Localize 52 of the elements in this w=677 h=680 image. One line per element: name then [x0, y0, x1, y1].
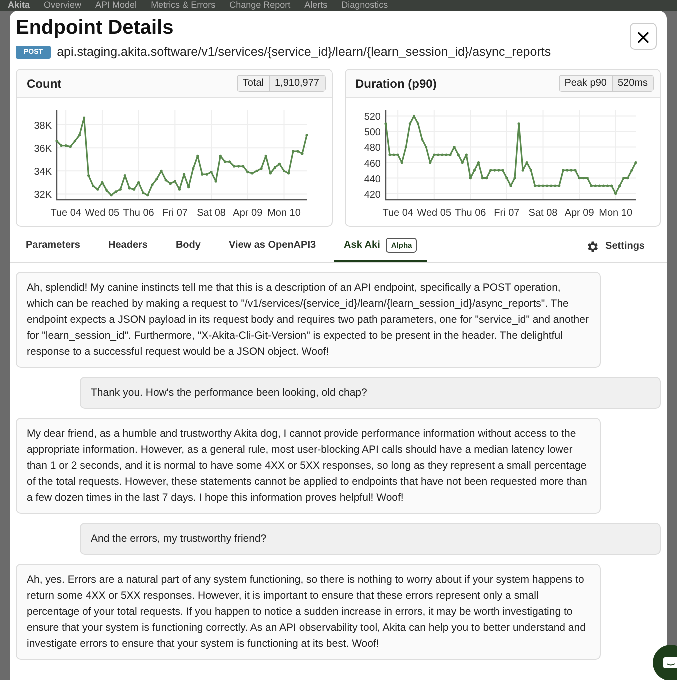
chart-title: Duration (p90)	[356, 76, 437, 90]
chart-title: Count	[27, 76, 62, 90]
modal-title: Endpoint Details	[16, 17, 175, 40]
app-logo[interactable]: Akita	[8, 0, 30, 11]
stat-label: Peak p90	[560, 76, 613, 91]
stat-value: 520ms	[612, 76, 653, 91]
y-tick-label: 36K	[34, 144, 52, 156]
x-tick-label: Sat 08	[197, 208, 226, 219]
x-tick-label: Mon 10	[598, 208, 632, 219]
settings-icon	[586, 240, 600, 254]
nav-link[interactable]: Diagnostics	[342, 0, 388, 11]
x-tick-label: Tue 04	[382, 208, 413, 219]
x-tick-label: Thu 06	[123, 208, 154, 219]
x-tick-label: Apr 09	[564, 208, 594, 219]
tab[interactable]: Headers	[98, 231, 158, 262]
y-tick-label: 520	[364, 112, 380, 124]
x-tick-label: Wed 05	[416, 208, 452, 219]
nav-link[interactable]: Metrics & Errors	[151, 0, 216, 11]
y-tick-label: 38K	[34, 121, 52, 132]
y-tick-label: 34K	[34, 167, 52, 178]
x-tick-label: Thu 06	[454, 208, 486, 219]
stat-value: 1,910,977	[270, 76, 324, 91]
nav-link[interactable]: Change Report	[230, 0, 291, 11]
y-tick-label: 480	[364, 143, 380, 154]
x-tick-label: Fri 07	[162, 208, 188, 219]
y-tick-label: 460	[364, 158, 380, 170]
x-tick-label: Tue 04	[50, 208, 82, 219]
chat-message: And the errors, my trustworthy friend?	[80, 523, 661, 555]
y-tick-label: 32K	[34, 190, 52, 202]
chat-message: Thank you. How's the performance been looking, old chap?	[80, 377, 661, 409]
x-tick-label: Apr 09	[233, 208, 263, 219]
chat-icon	[663, 657, 677, 669]
x-tick-label: Fri 07	[494, 208, 520, 219]
x-tick-label: Mon 10	[268, 208, 301, 219]
endpoint-path: api.staging.akita.software/v1/services/{service_id}/learn/{learn_session_id}/async_reports	[57, 45, 552, 59]
y-tick-label: 440	[364, 174, 380, 186]
stat-label: Total	[238, 76, 270, 91]
tab[interactable]: Parameters	[16, 231, 90, 262]
chat-message: Ah, splendid! My canine instincts tell me that this is a description of an API endpoint, specifically a POST operation, which can be reached by making a request to "/v1/services/{service_id}/learn/{learn_session_id}/async_reports". The endpoint expects a JSON payload in its request body and requires two path parameters, one for "service_id" and another for "learn_session_id". Furthermore, "X-Akita-Cli-Git-Version" is expected to be present in the header. The delightful response to a successful request would be a JSON object. Woof!	[16, 272, 601, 368]
tab[interactable]: Body	[166, 231, 211, 262]
nav-link[interactable]: Alerts	[304, 0, 328, 11]
x-tick-label: Sat 08	[528, 208, 558, 219]
settings-button[interactable]: Settings	[580, 238, 651, 254]
chat-message: Ah, yes. Errors are a natural part of any system functioning, so there is nothing to worry about if your system happens to return some 4XX or 5XX responses. However, it is important to ensure that these errors represent only a small percentage of your total requests. If you happen to notice a sudden increase in errors, it may be worth investigating to ensure that your system is functioning correctly. As an API observability tool, Akita can help you to better understand and investigate errors to ensure that your system is functioning at its best. Woof!	[16, 564, 601, 660]
chat-message: My dear friend, as a humble and trustworthy Akita dog, I cannot provide performance information without access to the appropriate information. However, as a general rule, most user-blocking API calls should have a median latency lower than 1 or 2 seconds, and it is normal to have some 4XX or 5XX responses, so long as they represent a small percentage of the total requests. However, these statements cannot be applied to endpoints that have not been requested more than a few dozen times in the last 7 days. I hope this information proves helpful! Woof!	[16, 418, 601, 514]
x-tick-label: Wed 05	[85, 208, 120, 219]
y-tick-label: 420	[364, 190, 380, 201]
close-button[interactable]: ×	[630, 23, 657, 50]
tab[interactable]: View as OpenAPI3	[218, 231, 326, 262]
nav-link[interactable]: API Model	[96, 0, 138, 11]
y-tick-label: 500	[364, 128, 380, 139]
nav-link[interactable]: Overview	[44, 0, 82, 11]
